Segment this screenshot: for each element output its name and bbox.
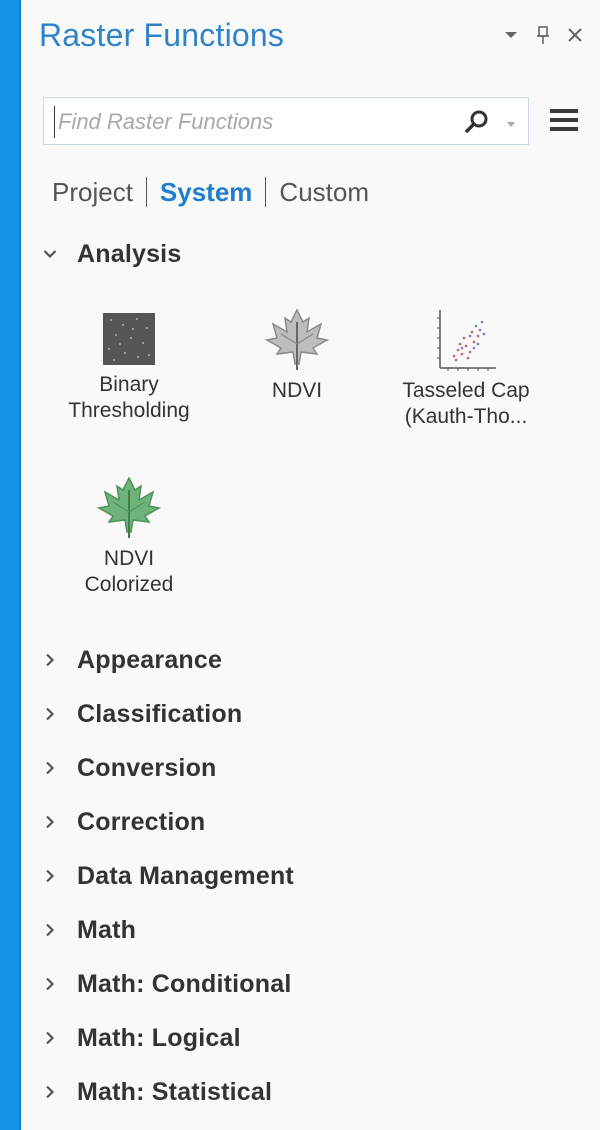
- group-label: Math: [77, 915, 137, 944]
- function-label: Tasseled Cap: [402, 379, 530, 402]
- dropdown-arrow-icon[interactable]: [502, 24, 520, 46]
- function-label: NDVI: [103, 547, 155, 570]
- raster-functions-pane: Raster Functions Find Raster Functions P…: [19, 0, 600, 1130]
- group-label: Data Management: [77, 861, 294, 890]
- binary-thresholding-icon: [102, 312, 156, 366]
- search-input[interactable]: [54, 106, 450, 138]
- pane-titlebar: Raster Functions: [21, 0, 600, 80]
- chevron-right-icon: [41, 651, 59, 669]
- group-label: Math: Statistical: [77, 1077, 273, 1106]
- chevron-down-icon: [41, 245, 59, 263]
- ndvi-leaf-icon: [264, 308, 330, 372]
- function-label: Binary: [99, 373, 159, 396]
- function-label: Thresholding: [68, 399, 190, 422]
- group-appearance[interactable]: Appearance: [41, 642, 222, 678]
- function-tasseled-cap[interactable]: Tasseled Cap (Kauth-Tho...: [391, 308, 541, 430]
- close-icon[interactable]: [566, 24, 584, 46]
- frame-left-edge: [0, 0, 19, 1130]
- pane-controls: [502, 24, 584, 46]
- function-binary-thresholding[interactable]: Binary Thresholding: [54, 312, 204, 424]
- tab-custom[interactable]: Custom: [279, 177, 369, 208]
- group-classification[interactable]: Classification: [41, 696, 242, 732]
- group-math-statistical[interactable]: Math: Statistical: [41, 1074, 272, 1110]
- chevron-right-icon: [41, 1083, 59, 1101]
- function-label: Colorized: [84, 573, 174, 596]
- group-math[interactable]: Math: [41, 912, 136, 948]
- tab-system[interactable]: System: [160, 177, 253, 208]
- category-tabs: Project System Custom: [52, 174, 369, 210]
- group-correction[interactable]: Correction: [41, 804, 205, 840]
- chevron-right-icon: [41, 975, 59, 993]
- group-math-logical[interactable]: Math: Logical: [41, 1020, 241, 1056]
- group-data-management[interactable]: Data Management: [41, 858, 294, 894]
- tab-divider: [265, 177, 267, 207]
- group-analysis[interactable]: Analysis: [41, 236, 181, 272]
- group-conversion[interactable]: Conversion: [41, 750, 217, 786]
- group-math-conditional[interactable]: Math: Conditional: [41, 966, 291, 1002]
- tab-divider: [145, 177, 147, 207]
- pane-title: Raster Functions: [39, 17, 285, 53]
- chevron-right-icon: [41, 705, 59, 723]
- tasseled-cap-icon: [434, 308, 498, 372]
- group-label: Math: Logical: [77, 1023, 241, 1052]
- group-label: Analysis: [77, 239, 182, 268]
- search-field[interactable]: [43, 97, 529, 145]
- function-ndvi[interactable]: NDVI: [222, 308, 372, 404]
- group-label: Appearance: [77, 645, 223, 674]
- function-label: NDVI: [271, 379, 323, 402]
- group-label: Correction: [77, 807, 206, 836]
- chevron-right-icon: [41, 813, 59, 831]
- pin-icon[interactable]: [534, 24, 552, 46]
- search-options-chevron-icon[interactable]: [506, 116, 516, 127]
- chevron-right-icon: [41, 1029, 59, 1047]
- function-label: (Kauth-Tho...: [404, 405, 528, 428]
- chevron-right-icon: [41, 867, 59, 885]
- ndvi-colorized-leaf-icon: [96, 476, 162, 540]
- tab-project[interactable]: Project: [52, 177, 133, 208]
- search-icon[interactable]: [464, 109, 490, 135]
- chevron-right-icon: [41, 921, 59, 939]
- group-label: Classification: [77, 699, 243, 728]
- group-label: Math: Conditional: [77, 969, 292, 998]
- group-label: Conversion: [77, 753, 217, 782]
- chevron-right-icon: [41, 759, 59, 777]
- hamburger-menu-icon[interactable]: [549, 107, 579, 135]
- function-ndvi-colorized[interactable]: NDVI Colorized: [54, 476, 204, 598]
